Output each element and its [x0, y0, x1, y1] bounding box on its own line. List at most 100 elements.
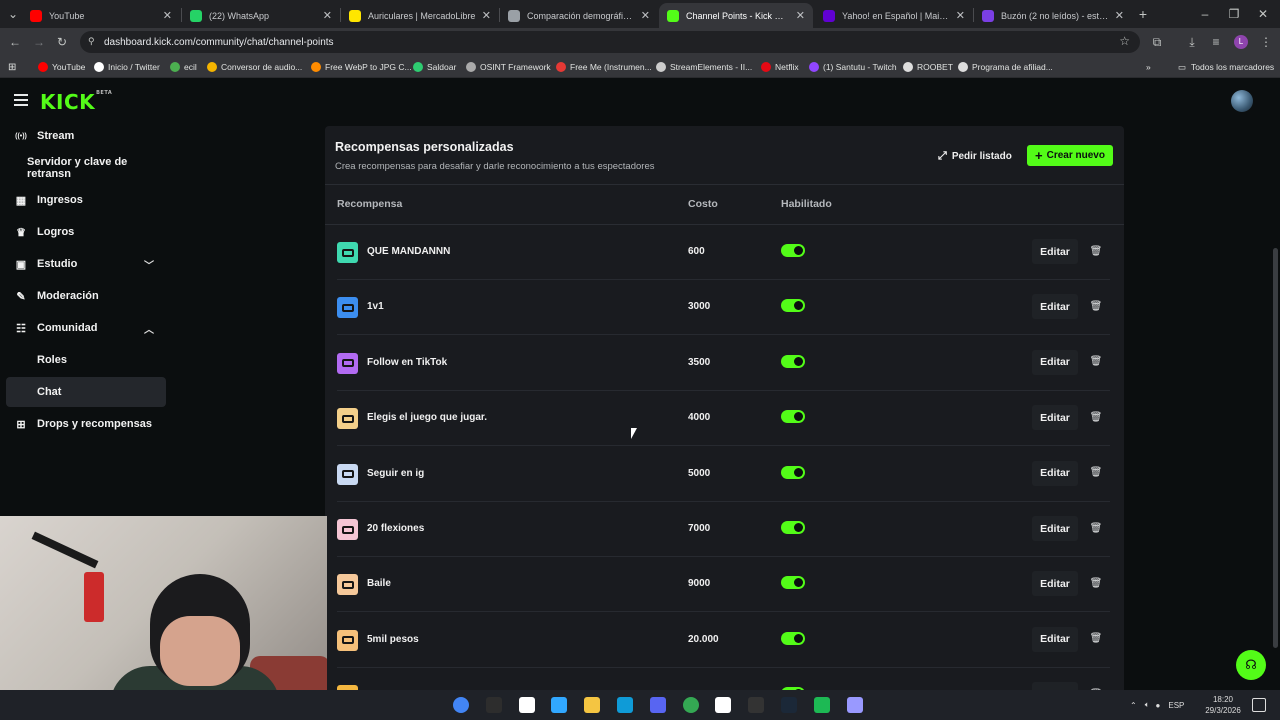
- tray-overflow-icon[interactable]: ⌃: [1130, 701, 1137, 710]
- bookmark-item[interactable]: Programa de afiliad...: [958, 60, 1053, 74]
- trash-icon[interactable]: 🗑︎: [1088, 243, 1104, 259]
- bookmark-item[interactable]: YouTube: [38, 60, 85, 74]
- sidebar-item[interactable]: ((•)) Stream: [6, 121, 166, 151]
- mic-icon[interactable]: ●: [1156, 701, 1161, 710]
- apps-grid-icon[interactable]: ⊞: [8, 60, 16, 74]
- extensions-icon[interactable]: ⧉: [1148, 33, 1166, 51]
- request-list-button[interactable]: ⤢ Pedir listado: [938, 146, 1012, 166]
- downloads-icon[interactable]: ⤓: [1183, 33, 1201, 51]
- profile-avatar[interactable]: L: [1232, 33, 1250, 51]
- trash-icon[interactable]: 🗑︎: [1088, 354, 1104, 370]
- page-scrollbar[interactable]: [1273, 248, 1278, 648]
- bookmark-item[interactable]: ROOBET: [903, 60, 953, 74]
- tab-search-icon[interactable]: ⌄: [4, 5, 22, 23]
- edit-reward-button[interactable]: Editar: [1032, 239, 1078, 264]
- tab-close-icon[interactable]: ✕: [641, 9, 650, 22]
- sidebar-item[interactable]: ▦ Ingresos: [6, 185, 166, 215]
- sidebar-item[interactable]: ☷ Comunidad ︿: [6, 313, 166, 343]
- bookmark-star-icon[interactable]: ☆: [1119, 34, 1130, 48]
- browser-tab[interactable]: Comparación demográfica par ✕: [500, 3, 658, 28]
- close-window-icon[interactable]: ✕: [1254, 5, 1272, 23]
- discord-icon[interactable]: [649, 697, 666, 713]
- bookmark-item[interactable]: ecil: [170, 60, 197, 74]
- tab-close-icon[interactable]: ✕: [323, 9, 332, 22]
- volume-icon[interactable]: 🔈︎: [1145, 700, 1150, 710]
- bookmarks-overflow-icon[interactable]: »: [1146, 60, 1151, 74]
- minimize-icon[interactable]: –: [1196, 5, 1214, 23]
- browser-tab[interactable]: Buzón (2 no leídos) - estela_ro ✕: [974, 3, 1132, 28]
- language-indicator[interactable]: ESP: [1168, 701, 1184, 710]
- user-avatar[interactable]: [1231, 90, 1253, 112]
- support-chat-button[interactable]: ☊: [1236, 650, 1266, 680]
- bookmark-item[interactable]: Conversor de audio...: [207, 60, 302, 74]
- reward-enabled-toggle[interactable]: [781, 521, 805, 534]
- browser-tab[interactable]: Yahoo! en Español | Mail, Clima ✕: [815, 3, 973, 28]
- edit-reward-button[interactable]: Editar: [1032, 349, 1078, 375]
- edit-reward-button[interactable]: Editar: [1032, 571, 1078, 597]
- clock[interactable]: 18:20 29/3/2026: [1200, 694, 1246, 716]
- forward-icon[interactable]: →: [30, 33, 48, 51]
- browser-menu-icon[interactable]: ⋮: [1257, 33, 1275, 51]
- trash-icon[interactable]: 🗑︎: [1088, 409, 1104, 425]
- bookmark-item[interactable]: StreamElements - II...: [656, 60, 752, 74]
- obs-icon[interactable]: [485, 697, 502, 713]
- tab-close-icon[interactable]: ✕: [1115, 9, 1124, 22]
- reward-enabled-toggle[interactable]: [781, 576, 805, 590]
- bookmark-item[interactable]: Saldoar: [413, 60, 456, 74]
- browser-tab[interactable]: (22) WhatsApp ✕: [182, 3, 340, 28]
- sidebar-item[interactable]: ✎ Moderación: [6, 281, 166, 311]
- create-new-button[interactable]: + Crear nuevo: [1027, 145, 1113, 166]
- sidebar-item[interactable]: ⊞ Drops y recompensas: [6, 409, 166, 439]
- reward-enabled-toggle[interactable]: [781, 465, 805, 479]
- spotify-icon[interactable]: [813, 697, 830, 713]
- restore-icon[interactable]: ❐: [1225, 5, 1243, 23]
- sidebar-item[interactable]: ▣ Estudio ﹀: [6, 249, 166, 279]
- sidebar-item[interactable]: Chat: [6, 377, 166, 407]
- edit-reward-button[interactable]: Editar: [1032, 460, 1078, 486]
- bookmark-item[interactable]: Free Me (Instrumen...: [556, 60, 652, 74]
- steam-icon[interactable]: [781, 697, 797, 713]
- edit-reward-button[interactable]: Editar: [1032, 516, 1078, 541]
- notifications-icon[interactable]: [1252, 698, 1266, 712]
- sidebar-item[interactable]: ♛ Logros: [6, 217, 166, 247]
- hamburger-menu-icon[interactable]: [14, 94, 28, 106]
- tab-close-icon[interactable]: ✕: [796, 9, 805, 22]
- edit-reward-button[interactable]: Editar: [1032, 626, 1078, 652]
- trash-icon[interactable]: 🗑︎: [1088, 298, 1104, 314]
- site-info-icon[interactable]: ⚲: [88, 36, 95, 47]
- address-bar[interactable]: ⚲ dashboard.kick.com/community/chat/chan…: [80, 31, 1140, 53]
- kick-logo[interactable]: KICKBETA: [40, 90, 112, 114]
- trash-icon[interactable]: 🗑︎: [1088, 465, 1104, 481]
- sidebar-item[interactable]: Servidor y clave de retransn: [6, 153, 166, 183]
- back-icon[interactable]: ←: [6, 33, 24, 51]
- premiere-icon[interactable]: [846, 697, 863, 713]
- reward-enabled-toggle[interactable]: [781, 244, 805, 257]
- edge-icon[interactable]: [617, 697, 633, 713]
- tab-close-icon[interactable]: ✕: [163, 9, 172, 22]
- bookmark-item[interactable]: Netflix: [761, 60, 799, 74]
- edit-reward-button[interactable]: Editar: [1032, 294, 1078, 320]
- sidebar-item[interactable]: Roles: [6, 345, 166, 375]
- reward-enabled-toggle[interactable]: [781, 354, 805, 368]
- tab-close-icon[interactable]: ✕: [482, 9, 491, 22]
- bookmark-item[interactable]: Free WebP to JPG C...: [311, 60, 412, 74]
- trash-icon[interactable]: 🗑︎: [1088, 520, 1104, 536]
- trash-icon[interactable]: 🗑︎: [1088, 575, 1104, 591]
- edit-reward-button[interactable]: Editar: [1032, 682, 1078, 690]
- tab-close-icon[interactable]: ✕: [956, 9, 965, 22]
- browser-tab[interactable]: YouTube ✕: [22, 3, 180, 28]
- epic-icon[interactable]: [748, 697, 765, 713]
- browser-tab[interactable]: Channel Points - Kick Dashboa ✕: [659, 3, 813, 28]
- files-icon[interactable]: [584, 697, 601, 713]
- chevron-up-icon[interactable]: ︿: [144, 321, 154, 336]
- all-bookmarks-folder[interactable]: ▭ Todos los marcadores: [1178, 60, 1274, 74]
- reading-list-icon[interactable]: ≡: [1207, 33, 1225, 51]
- trash-icon[interactable]: 🗑︎: [1088, 631, 1104, 647]
- reward-enabled-toggle[interactable]: [781, 299, 805, 313]
- reload-icon[interactable]: ↻: [53, 33, 71, 51]
- reward-enabled-toggle[interactable]: [781, 410, 805, 424]
- chrome-icon[interactable]: [453, 697, 469, 713]
- capcut-alt-icon[interactable]: [715, 697, 732, 713]
- chrome-alt-icon[interactable]: [682, 697, 699, 713]
- edit-reward-button[interactable]: Editar: [1032, 405, 1078, 431]
